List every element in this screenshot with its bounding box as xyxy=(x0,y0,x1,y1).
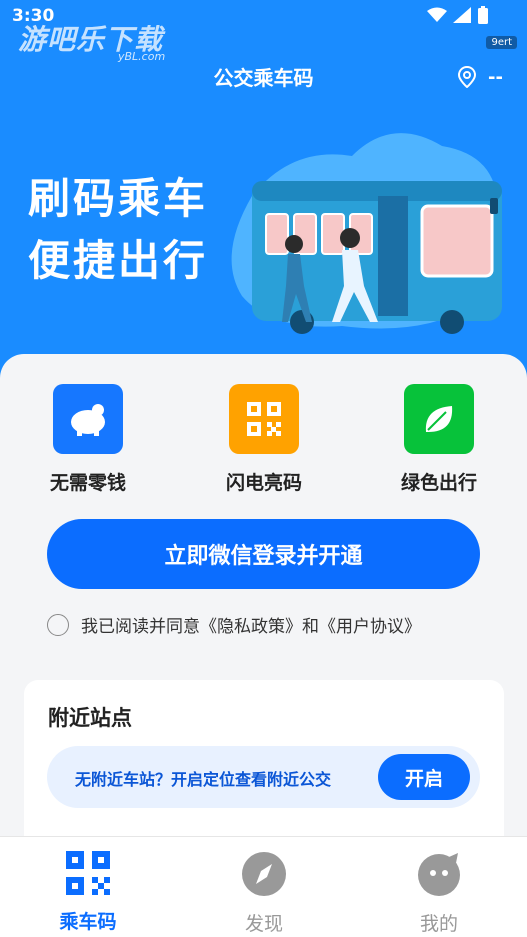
agreement-row: 我已阅读并同意《隐私政策》和《用户协议》 xyxy=(47,612,421,637)
status-bar: 3:30 游吧乐下载 yBL.com 9ert xyxy=(0,0,527,63)
compass-icon xyxy=(242,852,286,896)
feature-label: 闪电亮码 xyxy=(225,472,302,494)
tab-label: 乘车码 xyxy=(59,911,117,933)
main-card: 无需零钱 闪电亮码 绿色出行 立即微信登录并开通 我已阅读并同意《隐私政策》和《… xyxy=(0,354,527,850)
banner-line-1: 刷码乘车 xyxy=(28,174,209,223)
agreement-checkbox[interactable] xyxy=(47,613,69,636)
location-selector[interactable]: -- xyxy=(458,66,503,88)
banner-slogan: 刷码乘车 便捷出行 xyxy=(28,168,208,292)
corner-tag: 9ert xyxy=(486,36,517,49)
qr-code-icon xyxy=(66,851,110,895)
feature-label: 无需零钱 xyxy=(49,472,126,494)
tab-ride-code[interactable]: 乘车码 xyxy=(28,851,148,934)
system-icons xyxy=(427,6,489,24)
agreement-text: 我已阅读并同意《隐私政策》和《用户协议》 xyxy=(81,617,421,637)
feature-item: 绿色出行 xyxy=(379,384,499,495)
banner-line-2: 便捷出行 xyxy=(28,236,209,285)
qr-code-icon xyxy=(229,384,299,454)
battery-icon xyxy=(478,6,488,24)
bottom-tab-bar: 乘车码 发现 我的 xyxy=(0,836,527,937)
feature-label: 绿色出行 xyxy=(400,472,477,494)
page-title: 公交乘车码 xyxy=(213,66,314,90)
tab-profile[interactable]: 我的 xyxy=(379,851,499,936)
tab-label: 我的 xyxy=(419,913,458,935)
location-pin-icon xyxy=(458,66,477,88)
wechat-login-button[interactable]: 立即微信登录并开通 xyxy=(47,519,480,589)
location-value: -- xyxy=(488,66,503,88)
nearby-title: 附近站点 xyxy=(48,706,132,730)
nearby-message: 无附近车站？开启定位查看附近公交 xyxy=(75,770,332,789)
feature-list: 无需零钱 闪电亮码 绿色出行 xyxy=(0,384,527,504)
tab-label: 发现 xyxy=(244,913,283,935)
signal-icon xyxy=(453,7,471,23)
bus-illustration xyxy=(231,133,502,334)
nearby-stations-card: 附近站点 无附近车站？开启定位查看附近公交 开启 xyxy=(24,680,504,850)
leaf-icon xyxy=(404,384,474,454)
feature-item: 闪电亮码 xyxy=(204,384,324,495)
profile-icon xyxy=(418,853,460,896)
feature-item: 无需零钱 xyxy=(28,384,148,495)
piggy-bank-icon xyxy=(53,384,123,454)
wifi-icon xyxy=(427,7,447,22)
tab-discover[interactable]: 发现 xyxy=(204,851,324,936)
nearby-location-prompt: 无附近车站？开启定位查看附近公交 开启 xyxy=(47,746,480,808)
enable-location-button[interactable]: 开启 xyxy=(378,754,470,800)
